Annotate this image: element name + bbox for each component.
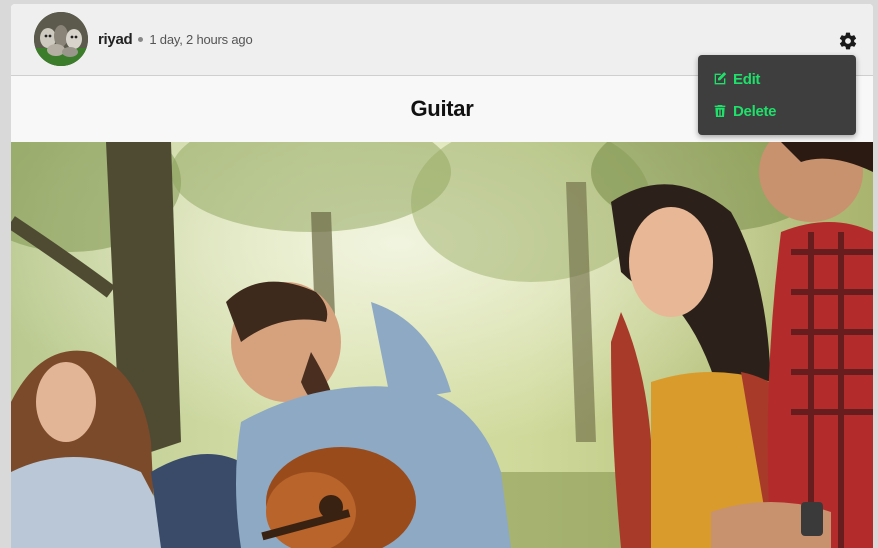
edit-label: Edit [733,70,761,88]
post-image[interactable] [11,142,873,548]
separator-dot [138,36,144,42]
delete-menu-item[interactable]: Delete [712,100,777,122]
post-options-menu: Edit Delete [698,55,856,135]
edit-icon [714,72,727,85]
gear-icon[interactable] [838,31,858,51]
post-timestamp: 1 day, 2 hours ago [149,31,253,47]
avatar-image [34,12,88,66]
gear-icon-glyph [839,32,857,50]
author-name[interactable]: riyad [98,31,133,48]
delete-label: Delete [733,102,777,120]
trash-icon [714,105,726,117]
post-title: Guitar [410,96,474,121]
post-photo-illustration [11,142,873,548]
post-meta: riyad 1 day, 2 hours ago [98,29,253,49]
avatar[interactable] [34,12,88,66]
edit-menu-item[interactable]: Edit [712,68,760,90]
